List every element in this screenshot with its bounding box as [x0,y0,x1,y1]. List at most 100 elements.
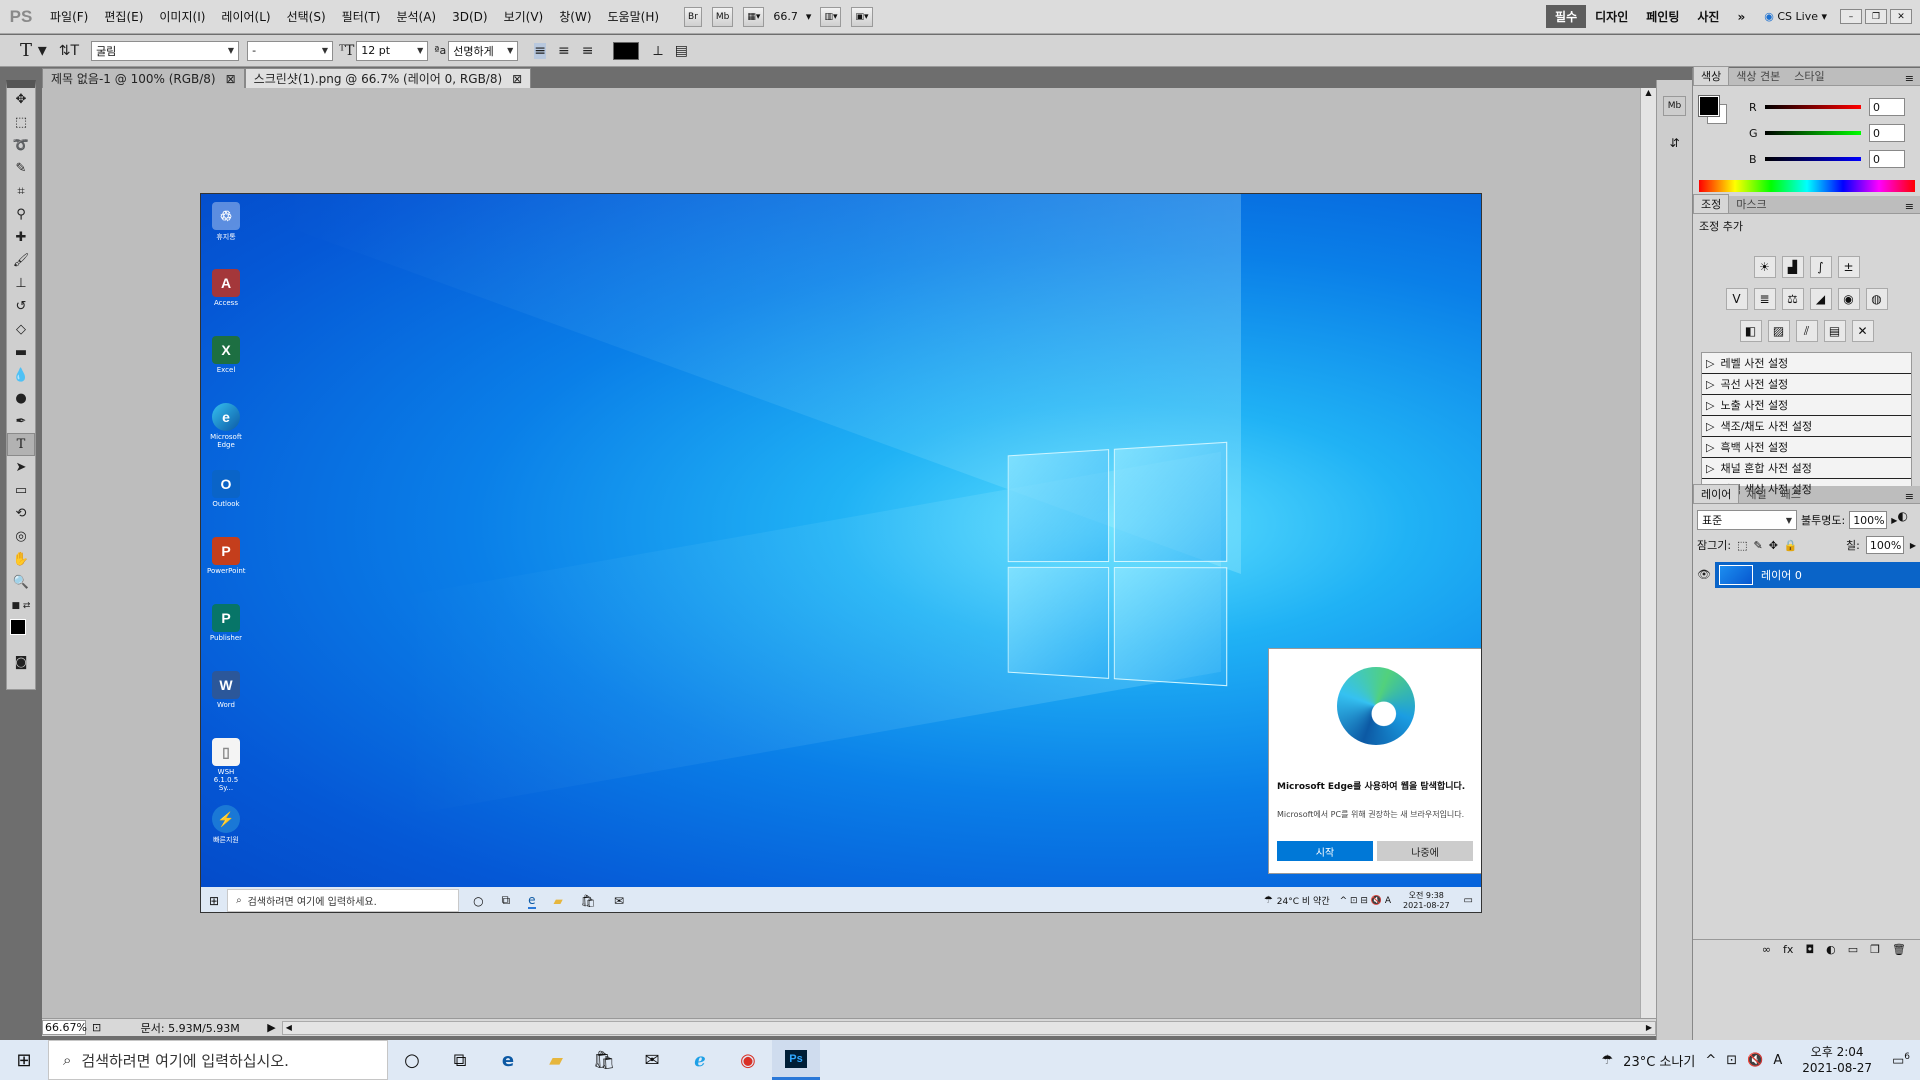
text-color-swatch[interactable] [613,41,640,60]
ime-indicator[interactable]: A [1773,1053,1782,1068]
lasso-tool-icon[interactable]: ➰ [7,134,35,157]
opacity-arrow-icon[interactable]: ▶ [1891,516,1897,525]
workspace-painting[interactable]: 페인팅 [1637,5,1688,28]
tab-screenshot[interactable]: 스크린샷(1).png @ 66.7% (레이어 0, RGB/8) ⊠ [244,68,532,88]
crop-tool-icon[interactable]: ⌗ [7,180,35,203]
clone-stamp-tool-icon[interactable]: ⊥ [7,272,35,295]
menu-file[interactable]: 파일(F) [42,8,96,25]
volume-muted-icon[interactable]: 🔇 [1747,1053,1763,1068]
fill-input[interactable]: 100% [1865,536,1904,554]
color-swatches[interactable] [7,617,35,651]
desktop-icon-edge[interactable]: e Microsoft Edge [207,403,245,449]
toast-start-button[interactable]: 시작 [1277,841,1373,861]
blend-mode-select[interactable]: 표준 ▼ [1697,510,1797,530]
status-zoom[interactable]: 66.67% [42,1020,87,1035]
menu-select[interactable]: 선택(S) [279,8,334,25]
desktop-icon-word[interactable]: W Word [207,671,245,709]
cortana-icon[interactable]: ○ [473,894,483,908]
taskbar-weather[interactable]: 23°C 소나기 [1623,1051,1695,1070]
fg-color-chip[interactable] [1698,95,1720,117]
swap-colors-icon[interactable]: ■ ⇄ [7,594,35,617]
gradient-map-icon[interactable]: ▤ [1823,320,1846,342]
clock[interactable]: 오후 2:04 2021-08-27 [1802,1044,1872,1076]
inner-clock[interactable]: 오전 9:38 2021-08-27 [1403,891,1450,911]
blur-tool-icon[interactable]: 💧 [7,364,35,387]
curves-icon[interactable]: ∫ [1809,256,1832,278]
blue-slider[interactable] [1765,157,1861,161]
opacity-input[interactable]: 100% [1849,511,1888,529]
channel-mixer-icon[interactable]: ◍ [1865,288,1888,310]
foreground-color[interactable] [10,619,26,635]
brightness-icon[interactable]: ☀ [1753,256,1776,278]
menu-window[interactable]: 창(W) [551,8,599,25]
history-brush-tool-icon[interactable]: ↺ [7,295,35,318]
character-panel-icon[interactable]: ▤ [675,43,688,59]
align-left-icon[interactable]: ≡ [534,42,546,59]
3d-orbit-tool-icon[interactable]: ◎ [7,525,35,548]
red-slider[interactable] [1765,105,1861,109]
color-balance-icon[interactable]: ⚖ [1781,288,1804,310]
close-button[interactable]: ✕ [1890,9,1912,24]
new-group-icon[interactable]: ▭ [1848,943,1858,956]
inner-search-box[interactable]: ⌕ 검색하려면 여기에 입력하세요. [227,889,460,912]
quick-mask-icon[interactable]: ◙ [7,651,35,674]
preset-exposure[interactable]: ▷ 노출 사전 설정 [1702,395,1911,416]
red-value[interactable]: 0 [1869,98,1905,116]
align-right-icon[interactable]: ≡ [582,43,594,59]
edge-taskbar-icon[interactable]: e [484,1040,532,1080]
menu-view[interactable]: 보기(V) [496,8,552,25]
menu-filter[interactable]: 필터(T) [334,8,389,25]
minibridge-button[interactable]: Mb [711,6,734,27]
align-center-icon[interactable]: ≡ [558,43,570,59]
exposure-icon[interactable]: ± [1837,256,1860,278]
menu-layer[interactable]: 레이어(L) [213,8,278,25]
font-style-select[interactable]: - ▼ [247,40,334,61]
screen-mode-button[interactable]: ▣▾ [851,6,873,27]
pen-tool-icon[interactable]: ✒ [7,410,35,433]
layer-style-icon[interactable]: fx [1783,943,1793,956]
preset-levels[interactable]: ▷ 레벨 사전 설정 [1702,353,1911,374]
invert-icon[interactable]: ◧ [1739,320,1762,342]
desktop-icon-quick-assist[interactable]: ⚡ 빠른지원 [207,805,245,845]
task-view-icon[interactable]: ⧉ [436,1040,484,1080]
status-icon[interactable]: ⊡ [92,1021,101,1034]
vertical-scrollbar[interactable]: ▲ [1640,88,1656,1018]
workspace-design[interactable]: 디자인 [1586,5,1637,28]
close-icon[interactable]: ⊠ [512,72,522,86]
inner-weather[interactable]: 24°C 비 약간 [1277,894,1330,907]
type-tool-preset-icon[interactable]: T ▾ [20,40,47,61]
close-icon[interactable]: ⊠ [226,72,236,86]
file-explorer-icon[interactable]: ▰ [554,894,563,908]
fill-arrow-icon[interactable]: ▶ [1910,541,1916,550]
3d-rotate-tool-icon[interactable]: ⟲ [7,502,35,525]
minimize-button[interactable]: – [1840,9,1862,24]
show-hidden-icons-icon[interactable]: ^ [1705,1053,1716,1068]
scroll-right-icon[interactable]: ▶ [1646,1023,1652,1032]
desktop-icon-outlook[interactable]: O Outlook [207,470,245,508]
dodge-tool-icon[interactable]: ● [7,387,35,410]
history-panel-icon[interactable]: ⇵ [1663,136,1686,156]
layer-mask-icon[interactable]: ◘ [1805,943,1814,956]
mail-icon[interactable]: ✉ [628,1040,676,1080]
panel-menu-icon[interactable]: ≡ [1899,72,1920,85]
desktop-icon-powerpoint[interactable]: P PowerPoint [207,537,246,575]
tab-layers[interactable]: 레이어 [1693,484,1740,503]
photoshop-taskbar-icon[interactable]: Ps [772,1040,820,1080]
preset-curves[interactable]: ▷ 곡선 사전 설정 [1702,374,1911,395]
layer-row[interactable]: 👁 레이어 0 [1693,562,1920,588]
edge-taskbar-icon[interactable]: e [528,893,536,909]
green-slider[interactable] [1765,131,1861,135]
horizontal-scrollbar[interactable]: ◀ ▶ [281,1020,1656,1035]
zoom-tool-icon[interactable]: 🔍 [7,571,35,594]
menu-3d[interactable]: 3D(D) [444,10,495,24]
tab-untitled[interactable]: 제목 없음-1 @ 100% (RGB/8) ⊠ [42,68,245,88]
healing-brush-tool-icon[interactable]: ✚ [7,226,35,249]
preset-hue-saturation[interactable]: ▷ 색조/채도 사전 설정 [1702,416,1911,437]
desktop-icon-excel[interactable]: X Excel [207,336,245,374]
green-value[interactable]: 0 [1869,124,1905,142]
eyedropper-tool-icon[interactable]: ⚲ [7,203,35,226]
panel-menu-icon[interactable]: ≡ [1899,490,1920,503]
file-explorer-icon[interactable]: ▰ [532,1040,580,1080]
more-workspaces-icon[interactable]: » [1728,7,1754,27]
notification-icon[interactable]: ▭ [1464,895,1473,906]
